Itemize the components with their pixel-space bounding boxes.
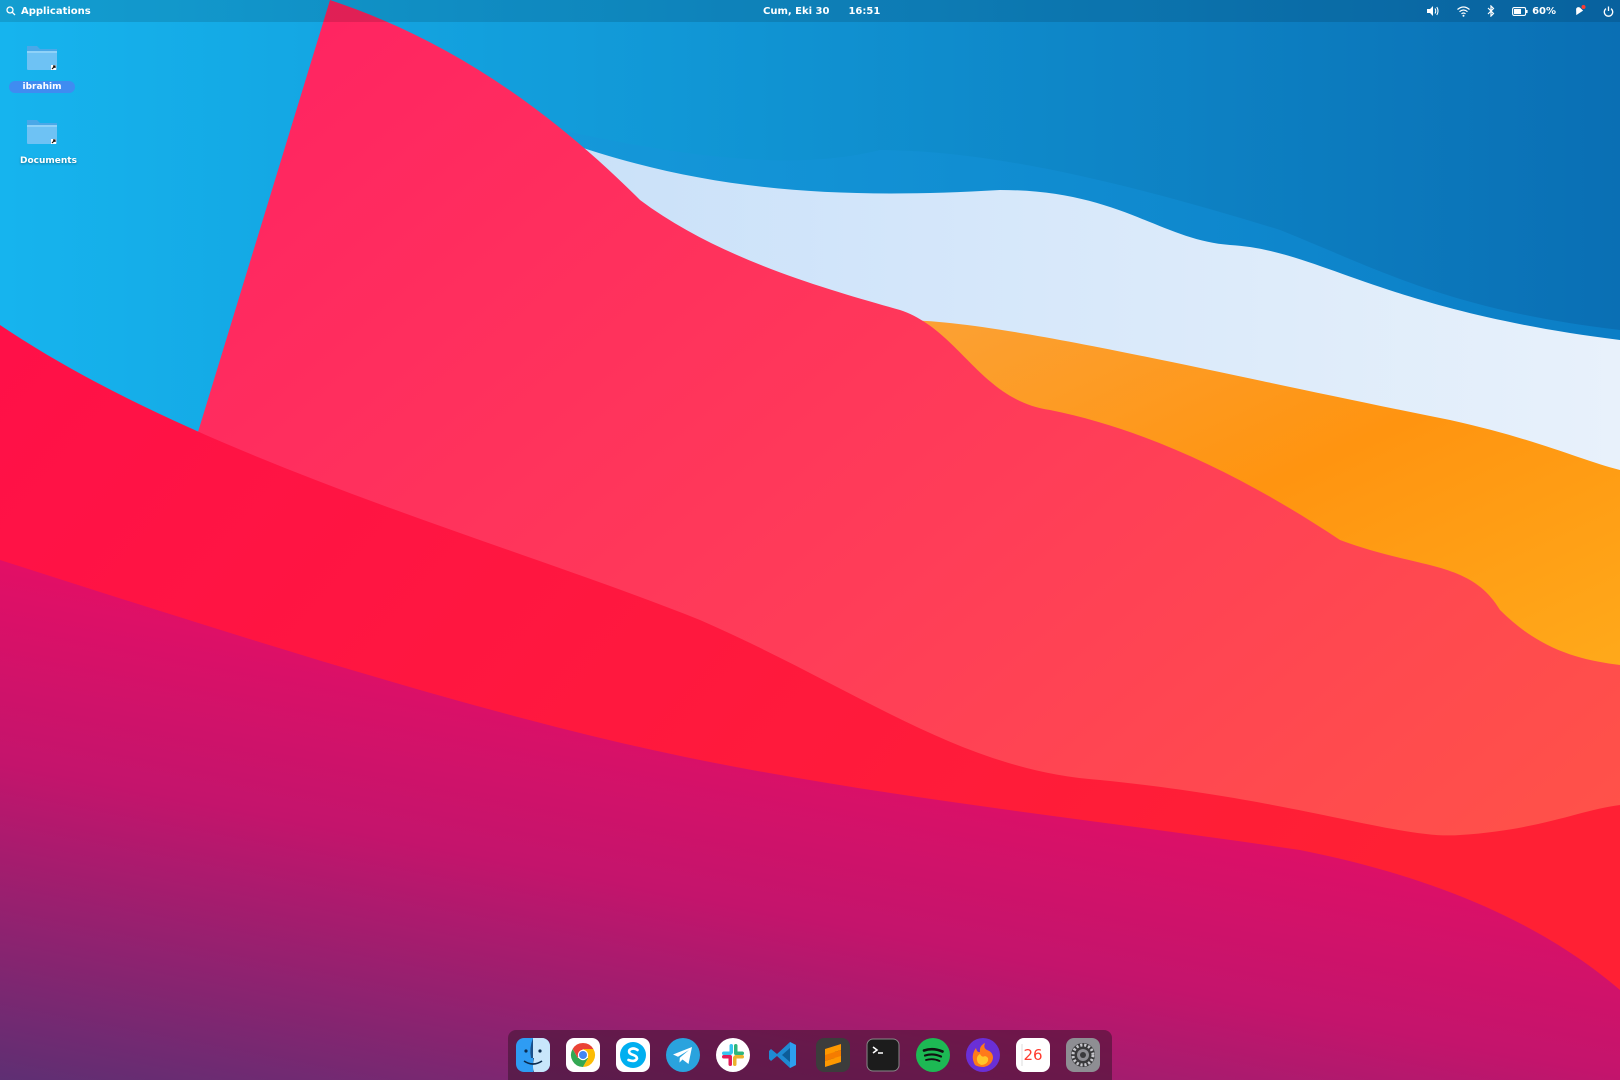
applications-menu[interactable]: Applications xyxy=(6,0,91,22)
terminal-icon xyxy=(866,1038,900,1072)
dock-skype[interactable] xyxy=(616,1038,650,1072)
battery-indicator[interactable]: 60% xyxy=(1512,6,1556,17)
applications-label: Applications xyxy=(21,5,91,17)
settings-gear-icon xyxy=(1066,1038,1100,1072)
folder-link-icon xyxy=(27,46,57,70)
search-icon xyxy=(6,6,16,16)
time-label: 16:51 xyxy=(848,5,881,17)
finder-icon xyxy=(516,1038,550,1072)
chrome-icon xyxy=(566,1038,600,1072)
desktop-icon-label: Documents xyxy=(20,156,77,166)
vscode-icon xyxy=(769,1042,796,1068)
calendar-day: 26 xyxy=(1023,1046,1043,1064)
dock-firefox[interactable] xyxy=(966,1038,1000,1072)
folder-link-icon xyxy=(27,120,57,144)
dock-finder[interactable] xyxy=(516,1038,550,1072)
wifi-icon[interactable] xyxy=(1457,5,1470,17)
system-tray: 60% xyxy=(1426,0,1614,22)
slack-icon xyxy=(716,1038,750,1072)
skype-icon xyxy=(616,1038,650,1072)
dock-slack[interactable] xyxy=(716,1038,750,1072)
wallpaper xyxy=(0,0,1620,1080)
firefox-icon xyxy=(966,1038,1000,1072)
volume-icon[interactable] xyxy=(1426,5,1440,17)
desktop-icon-ibrahim[interactable]: ibrahim xyxy=(6,42,78,93)
dock-sublime-text[interactable] xyxy=(816,1038,850,1072)
dock-telegram[interactable] xyxy=(666,1038,700,1072)
top-panel: Applications Cum, Eki 30 16:51 60% xyxy=(0,0,1620,22)
spotify-icon xyxy=(916,1038,950,1072)
battery-percent: 60% xyxy=(1532,5,1556,17)
dock-vscode[interactable] xyxy=(766,1038,800,1072)
dock-calendar[interactable]: 26 xyxy=(1016,1038,1050,1072)
dock-chrome[interactable] xyxy=(566,1038,600,1072)
desktop-icon-documents[interactable]: Documents xyxy=(6,116,78,167)
desktop[interactable]: Applications Cum, Eki 30 16:51 60% ibrah… xyxy=(0,0,1620,1080)
dock: 26 xyxy=(508,1030,1112,1080)
telegram-icon xyxy=(666,1038,700,1072)
dock-terminal[interactable] xyxy=(866,1038,900,1072)
dock-system-settings[interactable] xyxy=(1066,1038,1100,1072)
clock[interactable]: Cum, Eki 30 16:51 xyxy=(763,0,880,22)
notifications-icon[interactable] xyxy=(1573,5,1586,17)
bluetooth-icon[interactable] xyxy=(1487,5,1495,17)
desktop-icon-label: ibrahim xyxy=(8,81,76,93)
battery-icon xyxy=(1512,6,1528,16)
power-icon[interactable] xyxy=(1603,6,1614,17)
date-label: Cum, Eki 30 xyxy=(763,5,830,17)
sublime-text-icon xyxy=(816,1038,850,1072)
dock-spotify[interactable] xyxy=(916,1038,950,1072)
